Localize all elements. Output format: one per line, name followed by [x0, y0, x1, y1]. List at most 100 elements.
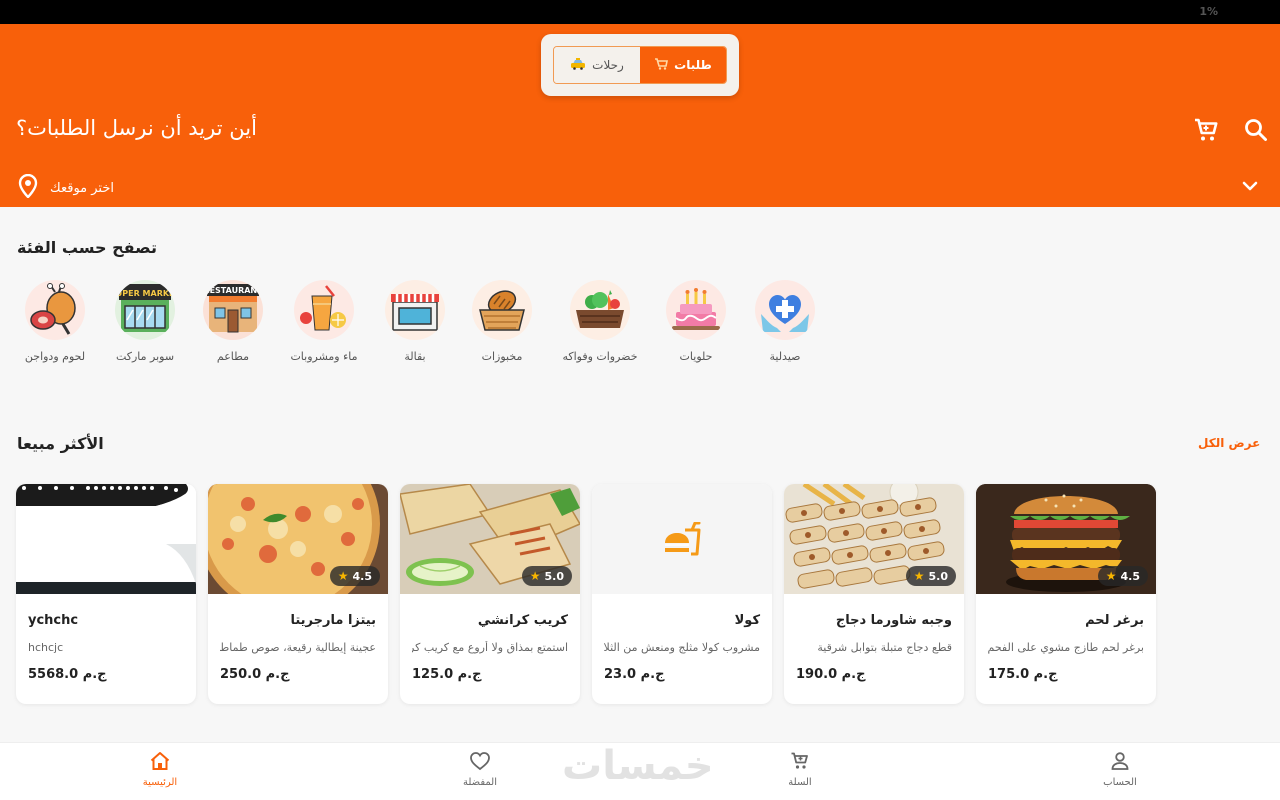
category-grocery[interactable]: بقالة	[370, 280, 460, 363]
nav-favorites-label: المفضلة	[462, 777, 497, 788]
category-label: حلويات	[679, 350, 713, 363]
category-bakery[interactable]: مخبوزات	[457, 280, 547, 363]
nav-favorites[interactable]: المفضلة	[440, 751, 520, 788]
product-name: كولا	[734, 613, 760, 628]
product-description: استمتع بمذاق ولا أروع مع كريب كرانشي	[412, 641, 568, 654]
category-pharmacy[interactable]: صيدلية	[740, 280, 830, 363]
nav-home[interactable]: الرئيسية	[120, 751, 200, 788]
search-icon[interactable]	[1242, 116, 1270, 144]
rating-badge: ★ 5.0	[521, 566, 572, 586]
product-price: ج.م 125.0	[412, 667, 482, 682]
product-name: برغر لحم	[1085, 613, 1144, 628]
product-card[interactable]: ★ 5.0 كريب كرانشي استمتع بمذاق ولا أروع م…	[400, 484, 580, 704]
product-description: مشروب كولا مثلج ومنعش من الثلاجة	[604, 641, 760, 654]
grocery-store-icon	[385, 280, 445, 340]
product-name: كريب كرانشي	[477, 613, 568, 628]
cart-header-icon[interactable]	[1192, 116, 1220, 144]
product-name: بيتزا مارجريتا	[290, 613, 376, 628]
header: طلبات رحلات أين تريد أن نرسل الطلبات؟ اخ…	[0, 24, 1280, 207]
taxi-icon	[570, 57, 586, 73]
category-label: ماء ومشروبات	[290, 350, 358, 363]
cart-icon	[791, 752, 808, 769]
rating-badge: ★ 5.0	[905, 566, 956, 586]
nav-account-label: الحساب	[1103, 777, 1137, 788]
meat-poultry-icon	[25, 280, 85, 340]
category-label: مطاعم	[216, 350, 250, 363]
product-card[interactable]: ychchc hchcjc ج.م 5568.0	[16, 484, 196, 704]
nav-account[interactable]: الحساب	[1080, 751, 1160, 788]
status-bar: 1%	[0, 0, 1280, 24]
tab-rides[interactable]: رحلات	[554, 47, 640, 83]
product-image: ★ 5.0	[400, 484, 580, 594]
categories-title: تصفح حسب الفئة	[17, 238, 157, 257]
product-price: ج.م 23.0	[604, 667, 665, 682]
rating-value: 4.5	[352, 569, 373, 583]
fastfood-placeholder-icon	[665, 522, 701, 556]
category-restaurants[interactable]: RESTAURANT مطاعم	[188, 280, 278, 363]
vegetables-icon	[570, 280, 630, 340]
product-image: ★ 5.0	[784, 484, 964, 594]
star-icon: ★	[913, 569, 925, 583]
juice-icon	[294, 280, 354, 340]
rating-value: 5.0	[544, 569, 565, 583]
tab-orders[interactable]: طلبات	[640, 47, 726, 83]
product-price: ج.م 5568.0	[28, 667, 107, 682]
product-name: وجبه شاورما دجاج	[835, 613, 952, 628]
product-price: ج.م 250.0	[220, 667, 290, 682]
rating-badge: ★ 4.5	[1097, 566, 1148, 586]
cart-icon	[654, 57, 669, 73]
location-label: اختر موقعك	[50, 180, 114, 196]
restaurant-sign-text: RESTAURANT	[203, 286, 263, 295]
rating-value: 4.5	[1120, 569, 1141, 583]
view-all-link[interactable]: عرض الكل	[1198, 436, 1260, 450]
location-selector[interactable]: اختر موقعك	[18, 173, 114, 202]
product-image-placeholder	[592, 484, 772, 594]
supermarket-icon: SUPER MARKET	[115, 280, 175, 340]
category-sweets[interactable]: حلويات	[651, 280, 741, 363]
rating-value: 5.0	[928, 569, 949, 583]
category-label: سوبر ماركت	[115, 350, 175, 363]
product-description: hchcjc	[28, 641, 64, 654]
bread-basket-icon	[472, 280, 532, 340]
home-icon	[150, 752, 170, 770]
category-label: لحوم ودواجن	[24, 350, 86, 363]
star-icon: ★	[529, 569, 541, 583]
star-icon: ★	[337, 569, 349, 583]
product-image: ★ 4.5	[976, 484, 1156, 594]
product-card[interactable]: ★ 5.0 وجبه شاورما دجاج قطع دجاج متبلة بتو…	[784, 484, 964, 704]
battery-indicator: 1%	[1199, 5, 1218, 18]
category-label: بقالة	[404, 350, 426, 363]
category-vegetables-fruits[interactable]: خضروات وفواكه	[555, 280, 645, 363]
product-image	[16, 484, 196, 594]
tab-orders-label: طلبات	[674, 58, 712, 72]
person-icon	[1111, 752, 1129, 770]
chevron-down-icon[interactable]	[1240, 176, 1260, 196]
product-price: ج.م 175.0	[988, 667, 1058, 682]
product-image: ★ 4.5	[208, 484, 388, 594]
product-description: قطع دجاج متبلة بتوابل شرقية	[817, 641, 952, 654]
service-toggle: طلبات رحلات	[553, 46, 727, 84]
product-card[interactable]: ★ 4.5 بيتزا مارجريتا عجينة إيطالية رقيعة،…	[208, 484, 388, 704]
pharmacy-icon	[755, 280, 815, 340]
nav-cart[interactable]: السلة	[760, 751, 840, 788]
restaurant-icon: RESTAURANT	[203, 280, 263, 340]
product-card[interactable]: ★ 4.5 برغر لحم برغر لحم طازج مشوي على الف…	[976, 484, 1156, 704]
location-pin-icon	[18, 173, 38, 202]
cake-icon	[666, 280, 726, 340]
product-name: ychchc	[28, 613, 79, 628]
rating-badge: ★ 4.5	[329, 566, 380, 586]
category-meat-poultry[interactable]: لحوم ودواجن	[10, 280, 100, 363]
category-supermarket[interactable]: SUPER MARKET سوبر ماركت	[100, 280, 190, 363]
bottom-nav: خمسات الحساب السلة المفضلة الرئيسية	[0, 742, 1280, 800]
product-description: عجينة إيطالية رقيعة، صوص طماطم	[220, 641, 376, 654]
product-card[interactable]: كولا مشروب كولا مثلج ومنعش من الثلاجة ج.…	[592, 484, 772, 704]
page-title: أين تريد أن نرسل الطلبات؟	[16, 116, 257, 140]
tab-rides-label: رحلات	[592, 58, 624, 72]
product-price: ج.م 190.0	[796, 667, 866, 682]
watermark: خمسات	[562, 743, 714, 789]
category-water-drinks[interactable]: ماء ومشروبات	[279, 280, 369, 363]
category-label: صيدلية	[769, 350, 801, 363]
category-label: مخبوزات	[481, 350, 523, 363]
nav-home-label: الرئيسية	[142, 777, 178, 788]
category-label: خضروات وفواكه	[562, 350, 638, 363]
